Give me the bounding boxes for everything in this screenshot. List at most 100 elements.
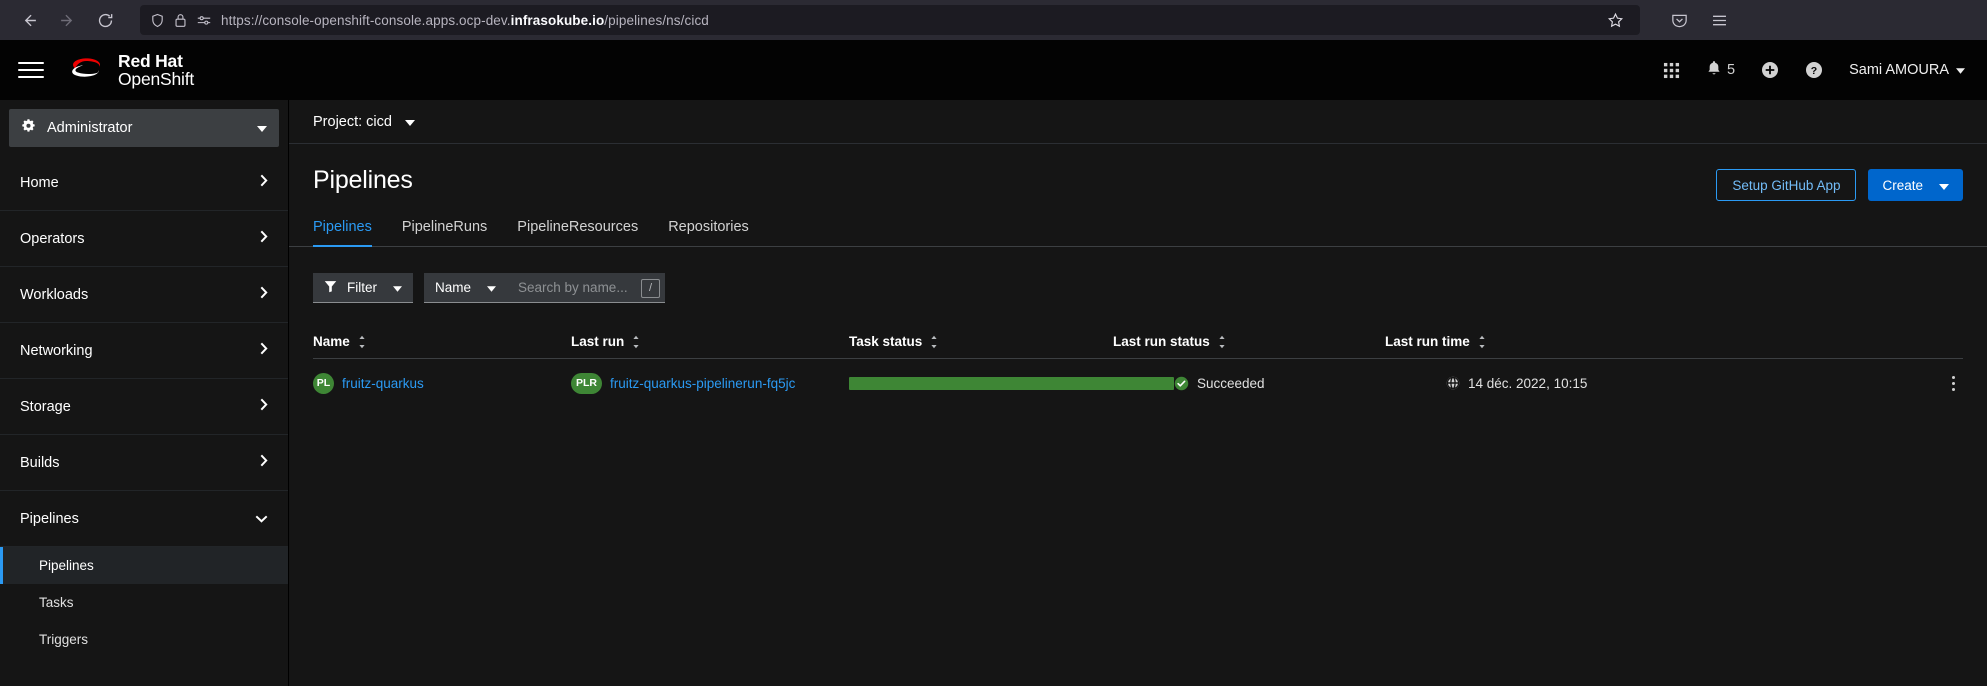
browser-menu-icon[interactable]	[1702, 4, 1736, 36]
perspective-switcher[interactable]: Administrator	[9, 109, 279, 147]
sidebar-item-storage[interactable]: Storage	[0, 379, 288, 435]
browser-reload-button[interactable]	[88, 4, 122, 36]
chevron-right-icon	[260, 398, 268, 415]
table-header-row: Name Last run Task status Last run statu…	[313, 325, 1963, 359]
cell-last-run-time: 14 déc. 2022, 10:15	[1446, 376, 1923, 391]
caret-down-icon[interactable]	[404, 114, 415, 130]
search-shortcut-badge: /	[641, 278, 661, 298]
sidebar-nav: Home Operators Workloads Networking Stor…	[0, 155, 288, 658]
caret-down-icon	[1956, 62, 1965, 78]
notifications-button[interactable]: 5	[1706, 60, 1735, 81]
gears-icon	[21, 118, 37, 138]
caret-down-icon	[393, 280, 402, 295]
sidebar-item-builds[interactable]: Builds	[0, 435, 288, 491]
sidebar: Administrator Home Operators Workloads N…	[0, 100, 289, 686]
sidebar-item-label: Workloads	[20, 286, 89, 303]
chevron-right-icon	[260, 174, 268, 191]
question-circle-icon[interactable]: ?	[1805, 61, 1823, 79]
tab-pipelineresources[interactable]: PipelineResources	[502, 219, 653, 246]
page-actions: Setup GitHub App Create	[1716, 166, 1963, 201]
page-permissions-icon[interactable]	[196, 13, 212, 28]
column-header-last-run[interactable]: Last run	[571, 334, 849, 349]
project-selector-bar: Project: cicd	[289, 100, 1987, 144]
chevron-right-icon	[260, 230, 268, 247]
tab-bar: Pipelines PipelineRuns PipelineResources…	[289, 219, 1987, 247]
tab-pipelineruns[interactable]: PipelineRuns	[387, 219, 502, 246]
tab-pipelines[interactable]: Pipelines	[313, 219, 387, 247]
pocket-icon[interactable]	[1662, 4, 1696, 36]
sidebar-item-operators[interactable]: Operators	[0, 211, 288, 267]
status-text: Succeeded	[1197, 375, 1265, 391]
plus-circle-icon[interactable]	[1761, 61, 1779, 79]
sidebar-item-home[interactable]: Home	[0, 155, 288, 211]
sidebar-item-label: Networking	[20, 342, 93, 359]
column-header-last-run-status[interactable]: Last run status	[1113, 334, 1385, 349]
filter-dropdown-label: Filter	[347, 280, 377, 295]
user-menu-button[interactable]: Sami AMOURA	[1849, 62, 1965, 78]
setup-github-app-button[interactable]: Setup GitHub App	[1716, 169, 1857, 201]
sidebar-subitem-tasks[interactable]: Tasks	[0, 584, 288, 621]
sidebar-subitem-label: Pipelines	[39, 558, 94, 573]
kebab-vertical-icon[interactable]	[1944, 370, 1963, 397]
funnel-filter-icon	[324, 280, 337, 296]
search-attribute-dropdown[interactable]: Name	[424, 273, 508, 303]
sidebar-subitem-label: Triggers	[39, 632, 89, 647]
chevron-down-icon	[255, 511, 268, 527]
sidebar-item-label: Storage	[20, 398, 71, 415]
globe-icon	[1446, 376, 1460, 390]
sidebar-item-label: Operators	[20, 230, 85, 247]
caret-down-icon	[487, 280, 497, 295]
brand-openshift: OpenShift	[118, 69, 195, 89]
masthead: Red Hat OpenShift 5 ? Sami AMOURA	[0, 40, 1987, 100]
chevron-right-icon	[260, 342, 268, 359]
table-row[interactable]: PL fruitz-quarkus PLR fruitz-quarkus-pip…	[313, 359, 1963, 407]
cell-last-run-status: Succeeded	[1174, 376, 1446, 391]
sort-icon	[1478, 335, 1486, 349]
row-actions[interactable]	[1923, 370, 1963, 397]
page-header: Pipelines Setup GitHub App Create	[289, 144, 1987, 201]
create-button[interactable]: Create	[1868, 169, 1963, 201]
bell-icon	[1706, 60, 1722, 81]
brand-redhat: Red Hat	[118, 50, 183, 71]
pipelinerun-name-link[interactable]: fruitz-quarkus-pipelinerun-fq5jc	[610, 376, 795, 391]
notification-count: 5	[1727, 62, 1736, 78]
sidebar-item-networking[interactable]: Networking	[0, 323, 288, 379]
sidebar-item-workloads[interactable]: Workloads	[0, 267, 288, 323]
column-header-last-run-time[interactable]: Last run time	[1385, 334, 1923, 349]
last-run-time-text: 14 déc. 2022, 10:15	[1468, 375, 1588, 391]
star-icon[interactable]	[1600, 5, 1630, 35]
project-selector-label[interactable]: Project: cicd	[313, 114, 392, 130]
svg-text:?: ?	[1811, 65, 1817, 77]
perspective-label: Administrator	[47, 120, 133, 136]
nav-toggle-button[interactable]	[14, 53, 48, 87]
column-header-task-status[interactable]: Task status	[849, 334, 1113, 349]
browser-chrome-right	[1652, 4, 1736, 36]
task-status-progress-bar	[849, 376, 1174, 390]
sidebar-subitem-label: Tasks	[39, 595, 74, 610]
filter-dropdown[interactable]: Filter	[313, 273, 413, 303]
shield-icon	[150, 13, 165, 28]
cell-task-status	[849, 376, 1174, 390]
sort-icon	[1218, 335, 1226, 349]
url-text: https://console-openshift-console.apps.o…	[221, 12, 709, 28]
filter-toolbar: Filter Name /	[289, 247, 1987, 303]
browser-address-bar[interactable]: https://console-openshift-console.apps.o…	[140, 5, 1640, 35]
caret-down-icon	[257, 120, 267, 136]
tab-repositories[interactable]: Repositories	[653, 219, 764, 246]
sidebar-subitem-pipelines[interactable]: Pipelines	[0, 547, 288, 584]
grid-apps-icon[interactable]	[1663, 62, 1680, 79]
user-name: Sami AMOURA	[1849, 62, 1949, 78]
column-header-name[interactable]: Name	[313, 334, 571, 349]
chevron-right-icon	[260, 454, 268, 471]
masthead-actions: 5 ? Sami AMOURA	[1663, 60, 1965, 81]
pipelinerun-badge: PLR	[571, 372, 602, 394]
browser-back-button[interactable]	[12, 4, 46, 36]
pipeline-name-link[interactable]: fruitz-quarkus	[342, 376, 424, 391]
sidebar-subitem-triggers[interactable]: Triggers	[0, 621, 288, 658]
lock-icon	[174, 13, 187, 28]
sidebar-item-pipelines[interactable]: Pipelines	[0, 491, 288, 547]
sort-icon	[632, 335, 640, 349]
page-body: Administrator Home Operators Workloads N…	[0, 100, 1987, 686]
redhat-openshift-logo[interactable]: Red Hat OpenShift	[64, 52, 194, 88]
browser-forward-button[interactable]	[50, 4, 84, 36]
